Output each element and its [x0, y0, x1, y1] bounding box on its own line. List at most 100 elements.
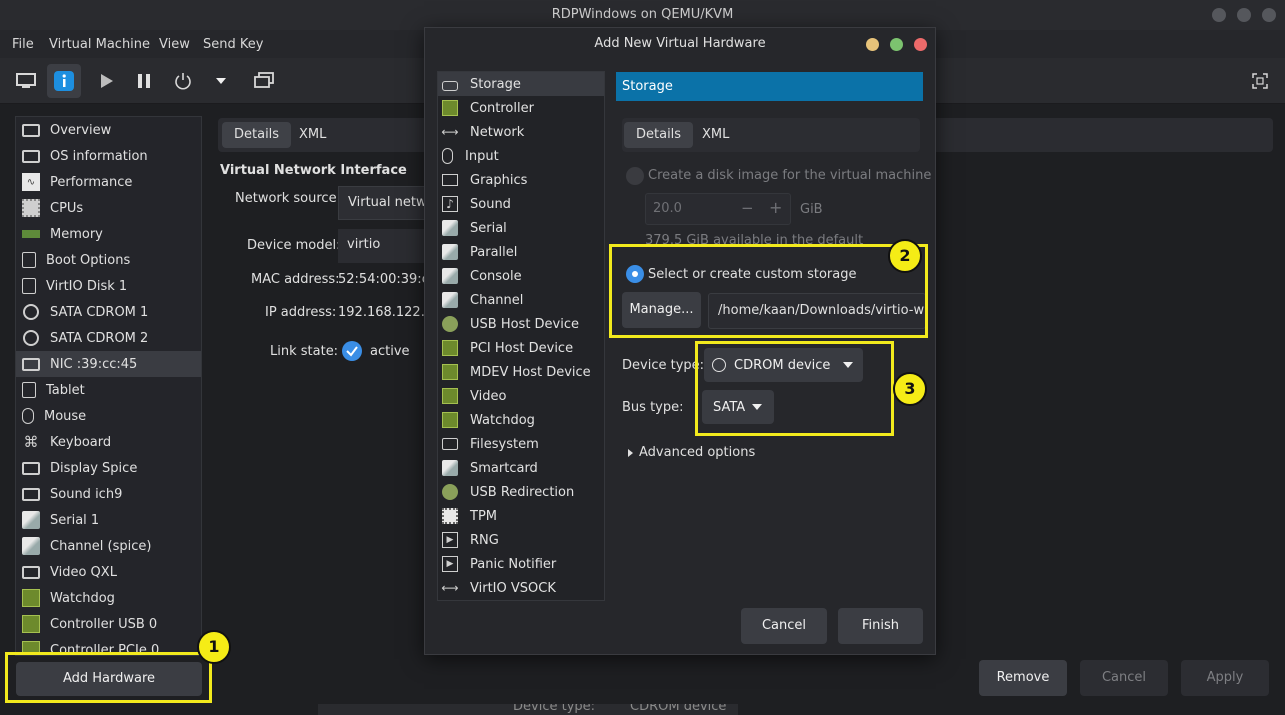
hw-item-network[interactable]: ⟷ Network: [438, 120, 604, 144]
menu-view[interactable]: View: [159, 37, 190, 52]
hw-item-rng[interactable]: ▶ RNG: [438, 528, 604, 552]
window-close-button[interactable]: [1262, 8, 1276, 22]
dialog-tab-xml[interactable]: XML: [690, 122, 741, 148]
hw-item-channel[interactable]: Channel: [438, 288, 604, 312]
sound-icon: [22, 485, 40, 503]
hw-item-storage[interactable]: Storage: [438, 72, 604, 96]
finish-button[interactable]: Finish: [838, 608, 923, 644]
play-icon: [101, 74, 113, 88]
sidebar-item-label: Display Spice: [50, 460, 138, 476]
watchdog-icon: [442, 412, 458, 428]
hw-item-virtio-vsock[interactable]: ⟷ VirtIO VSOCK: [438, 576, 604, 600]
chevron-right-icon: [628, 448, 633, 457]
hw-item-graphics[interactable]: Graphics: [438, 168, 604, 192]
window-minimize-button[interactable]: [1212, 8, 1226, 22]
hw-item-input[interactable]: Input: [438, 144, 604, 168]
run-button[interactable]: [89, 64, 123, 98]
hw-item-panic-notifier[interactable]: ▶ Panic Notifier: [438, 552, 604, 576]
menu-file[interactable]: File: [12, 37, 34, 52]
sidebar-item-display-spice[interactable]: Display Spice: [16, 455, 201, 481]
hw-item-label: Sound: [470, 196, 511, 212]
sidebar-item-virtio-disk-1[interactable]: VirtIO Disk 1: [16, 273, 201, 299]
sidebar-item-overview[interactable]: Overview: [16, 117, 201, 143]
monitor-icon: [442, 174, 458, 186]
sidebar-item-sata-cdrom-2[interactable]: SATA CDROM 2: [16, 325, 201, 351]
dialog-close-button[interactable]: [914, 38, 927, 51]
pause-button[interactable]: [127, 64, 161, 98]
hw-item-filesystem[interactable]: Filesystem: [438, 432, 604, 456]
bus-type-label: Bus type:: [622, 400, 684, 415]
sidebar-item-controller-usb-0[interactable]: Controller USB 0: [16, 611, 201, 637]
sidebar-item-channel-spice[interactable]: Channel (spice): [16, 533, 201, 559]
mac-address-value[interactable]: 52:54:00:39:c: [338, 272, 429, 287]
dialog-tab-details[interactable]: Details: [624, 122, 694, 148]
hw-item-pci-host-device[interactable]: PCI Host Device: [438, 336, 604, 360]
sidebar-item-nic[interactable]: NIC :39:cc:45: [16, 351, 201, 377]
sidebar-item-mouse[interactable]: Mouse: [16, 403, 201, 429]
sidebar-item-boot-options[interactable]: Boot Options: [16, 247, 201, 273]
sidebar-item-sata-cdrom-1[interactable]: SATA CDROM 1: [16, 299, 201, 325]
increment-icon[interactable]: +: [769, 198, 782, 217]
device-model-combo[interactable]: virtio: [338, 229, 428, 263]
link-state-checkbox[interactable]: [342, 341, 362, 361]
cancel-button[interactable]: Cancel: [1080, 660, 1168, 696]
hw-item-tpm[interactable]: TPM: [438, 504, 604, 528]
hw-item-parallel[interactable]: Parallel: [438, 240, 604, 264]
console-view-button[interactable]: [9, 64, 43, 98]
apply-button[interactable]: Apply: [1181, 660, 1269, 696]
sidebar-item-sound-ich9[interactable]: Sound ich9: [16, 481, 201, 507]
sidebar-item-os-information[interactable]: OS information: [16, 143, 201, 169]
hw-item-mdev-host-device[interactable]: MDEV Host Device: [438, 360, 604, 384]
advanced-options-expander[interactable]: Advanced options: [628, 445, 755, 460]
menu-send-key[interactable]: Send Key: [203, 37, 263, 52]
tab-details[interactable]: Details: [222, 122, 292, 148]
network-source-select[interactable]: Virtual netwo: [338, 186, 428, 220]
disk-size-spinner[interactable]: 20.0 − +: [645, 193, 791, 225]
sidebar-item-serial-1[interactable]: Serial 1: [16, 507, 201, 533]
sidebar-item-video-qxl[interactable]: Video QXL: [16, 559, 201, 585]
device-type-label: Device type:: [622, 358, 705, 373]
hw-item-video[interactable]: Video: [438, 384, 604, 408]
hw-item-controller[interactable]: Controller: [438, 96, 604, 120]
sidebar-item-memory[interactable]: Memory: [16, 221, 201, 247]
sidebar-item-tablet[interactable]: Tablet: [16, 377, 201, 403]
shutdown-menu-button[interactable]: [204, 64, 238, 98]
dialog-tabbar: Details XML: [622, 118, 920, 152]
dialog-minimize-button[interactable]: [866, 38, 879, 51]
window-maximize-button[interactable]: [1237, 8, 1251, 22]
dialog-maximize-button[interactable]: [890, 38, 903, 51]
hw-item-usb-redirection[interactable]: USB Redirection: [438, 480, 604, 504]
snapshots-button[interactable]: [247, 64, 281, 98]
shutdown-button[interactable]: [166, 64, 200, 98]
hw-item-sound[interactable]: ♪ Sound: [438, 192, 604, 216]
dialog-cancel-button[interactable]: Cancel: [741, 608, 827, 644]
channel-icon: [22, 537, 40, 555]
hw-item-smartcard[interactable]: Smartcard: [438, 456, 604, 480]
details-view-button[interactable]: [47, 64, 81, 98]
sidebar-item-label: VirtIO Disk 1: [46, 278, 128, 294]
sidebar-item-label: SATA CDROM 2: [50, 330, 149, 346]
hw-item-label: Parallel: [470, 244, 518, 260]
vsock-icon: ⟷: [441, 581, 459, 595]
annotation-badge-2: 2: [888, 239, 922, 273]
hw-item-serial[interactable]: Serial: [438, 216, 604, 240]
hw-item-console[interactable]: Console: [438, 264, 604, 288]
hw-item-label: Storage: [470, 76, 521, 92]
sidebar-item-label: Controller USB 0: [50, 616, 158, 632]
keyboard-icon: ⌘: [23, 433, 39, 451]
fullscreen-button[interactable]: [1243, 64, 1277, 98]
tab-xml[interactable]: XML: [287, 122, 338, 148]
sidebar-item-performance[interactable]: ∿ Performance: [16, 169, 201, 195]
remove-button[interactable]: Remove: [979, 660, 1067, 696]
menu-virtual-machine[interactable]: Virtual Machine: [49, 37, 150, 52]
sidebar-item-keyboard[interactable]: ⌘ Keyboard: [16, 429, 201, 455]
sidebar-item-watchdog[interactable]: Watchdog: [16, 585, 201, 611]
hw-item-label: Graphics: [470, 172, 528, 188]
hw-item-watchdog[interactable]: Watchdog: [438, 408, 604, 432]
create-disk-radio[interactable]: [626, 167, 644, 185]
hw-item-usb-host-device[interactable]: USB Host Device: [438, 312, 604, 336]
decrement-icon[interactable]: −: [741, 199, 754, 217]
console-icon: [442, 268, 458, 284]
sidebar-item-cpus[interactable]: CPUs: [16, 195, 201, 221]
usb-icon: [442, 316, 458, 332]
